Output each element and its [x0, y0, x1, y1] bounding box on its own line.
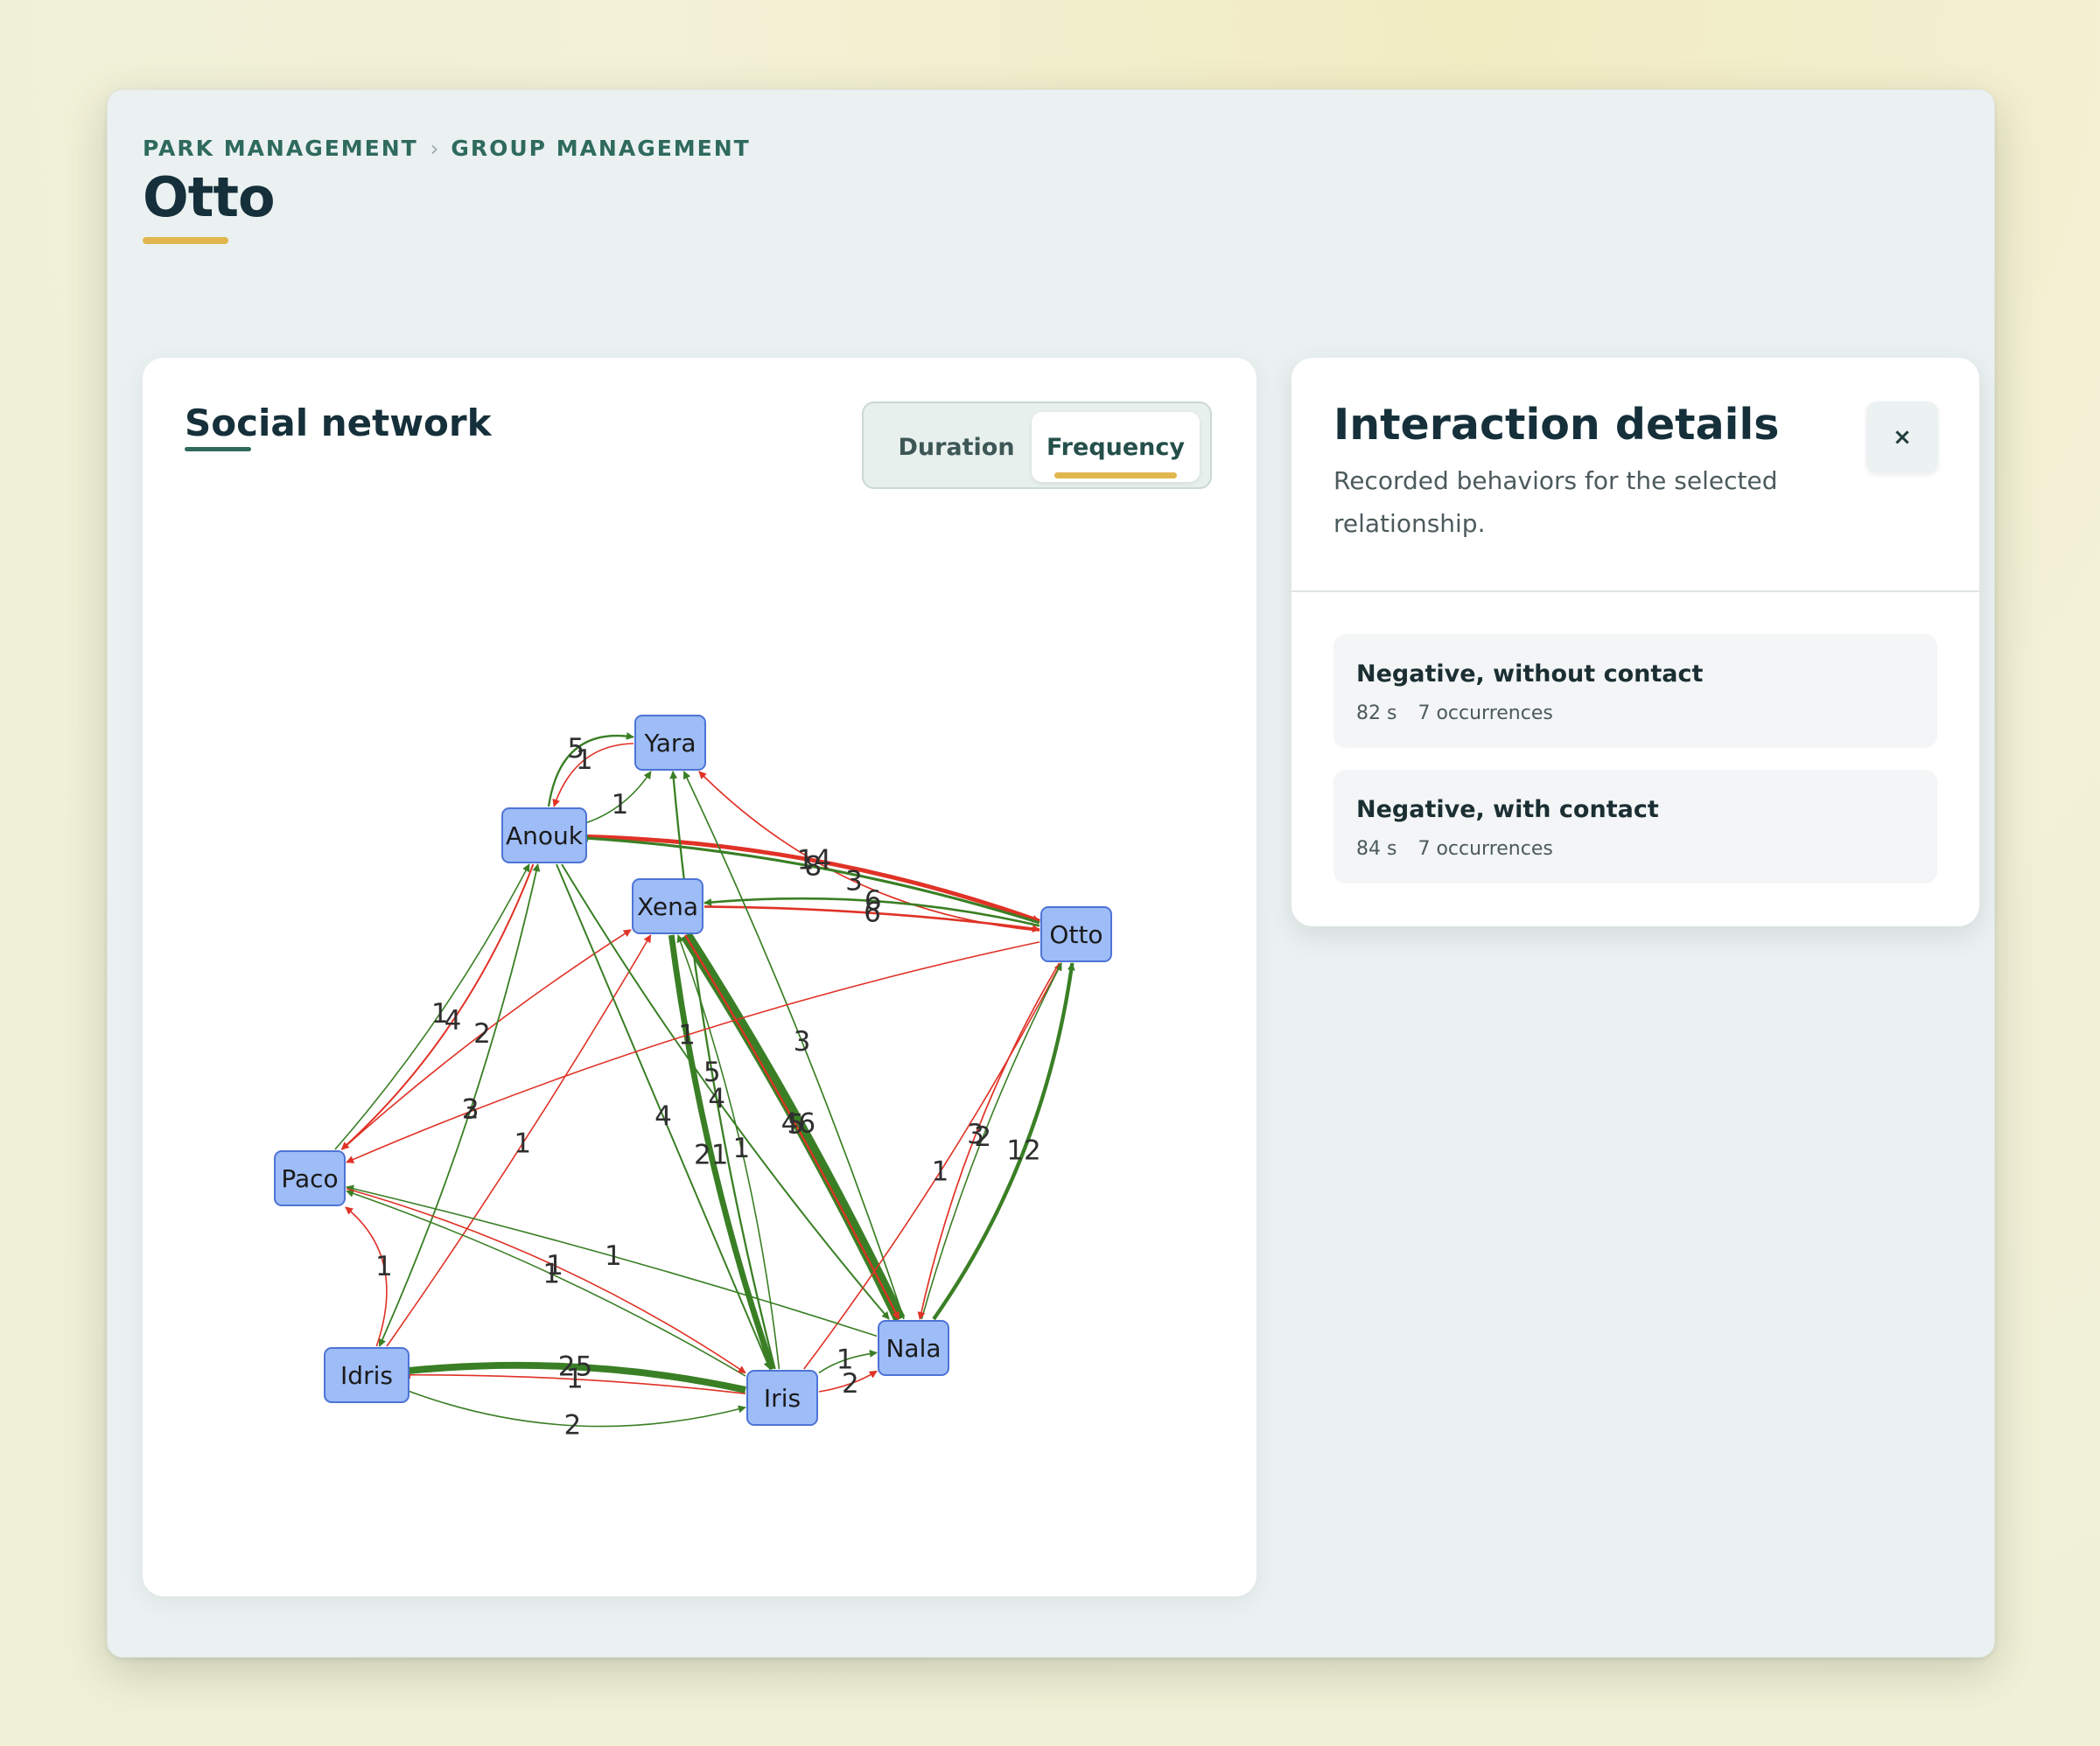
edge-weight-label: 8 — [805, 851, 822, 883]
edge-weight-label: 3 — [967, 1119, 984, 1150]
edge-weight-label: 1 — [514, 1128, 531, 1159]
edge-weight-label: 6 — [864, 897, 881, 929]
node-otto[interactable]: Otto — [1040, 906, 1112, 962]
node-anouk[interactable]: Anouk — [501, 807, 587, 863]
edge-weight-label: 4 — [708, 1083, 725, 1114]
edge-otto-to-paco[interactable] — [346, 941, 1040, 1163]
behavior-name: Negative, without contact — [1356, 660, 1704, 688]
node-iris[interactable]: Iris — [746, 1370, 818, 1426]
node-label: Nala — [886, 1334, 941, 1363]
node-label: Otto — [1049, 920, 1102, 949]
app-window: PARK MANAGEMENT › GROUP MANAGEMENT Otto … — [107, 89, 1995, 1658]
edge-weight-label: 2 — [564, 1410, 582, 1442]
edge-weight-label: 2 — [842, 1368, 859, 1400]
edge-weight-label: 3 — [845, 866, 863, 897]
edge-weight-label: 1 — [546, 1250, 564, 1282]
behavior-meta: 82 s 7 occurrences — [1356, 702, 1553, 724]
edge-weight-label: 1 — [678, 1019, 696, 1051]
edge-idris-to-anouk[interactable] — [378, 863, 541, 1347]
edge-weight-label: 1 — [612, 789, 629, 821]
edge-nala-to-otto[interactable] — [932, 962, 1075, 1321]
interaction-details-subtitle: Recorded behaviors for the selected rela… — [1334, 466, 1778, 538]
node-idris[interactable]: Idris — [324, 1347, 410, 1403]
behavior-item[interactable]: Negative, without contact 82 s 7 occurre… — [1334, 634, 1937, 748]
breadcrumb-separator-icon: › — [430, 136, 439, 161]
node-xena[interactable]: Xena — [632, 878, 704, 934]
node-paco[interactable]: Paco — [274, 1150, 346, 1206]
page-title-underline — [143, 237, 228, 244]
edge-weight-label: 1 — [605, 1240, 622, 1272]
behavior-name: Negative, with contact — [1356, 796, 1659, 823]
page-title: Otto — [143, 165, 276, 229]
edge-weight-label: 3 — [794, 1026, 811, 1058]
breadcrumb-item-group-management[interactable]: GROUP MANAGEMENT — [451, 136, 750, 161]
edge-weight-label: 1 — [932, 1156, 949, 1188]
behavior-occurrences: 7 occurrences — [1418, 838, 1553, 860]
breadcrumb: PARK MANAGEMENT › GROUP MANAGEMENT — [143, 136, 751, 161]
edge-weight-label: 1 — [431, 998, 449, 1030]
edge-weight-label: 1 — [576, 744, 593, 776]
node-label: Iris — [764, 1384, 801, 1413]
edge-weight-label: 2 — [473, 1018, 491, 1050]
edge-weight-label: 21 — [694, 1139, 728, 1170]
close-icon[interactable]: × — [1866, 402, 1938, 473]
edge-weight-label: 5 — [788, 1109, 805, 1141]
social-network-panel: Social network Duration Frequency 5 1 1 3 14… — [143, 358, 1256, 1596]
edge-weight-label: 1 — [733, 1133, 751, 1164]
breadcrumb-item-park-management[interactable]: PARK MANAGEMENT — [143, 136, 418, 161]
behavior-item[interactable]: Negative, with contact 84 s 7 occurrence… — [1334, 770, 1937, 883]
behavior-duration: 82 s — [1356, 702, 1397, 724]
edge-anouk-to-idris[interactable] — [378, 863, 539, 1347]
edge-weight-label: 3 — [462, 1094, 480, 1126]
edge-weight-label: 4 — [654, 1101, 672, 1133]
node-label: Xena — [637, 892, 698, 921]
behavior-duration: 84 s — [1356, 838, 1397, 860]
behavior-meta: 84 s 7 occurrences — [1356, 838, 1553, 860]
node-label: Idris — [340, 1361, 393, 1390]
behavior-occurrences: 7 occurrences — [1418, 702, 1553, 724]
interaction-details-title: Interaction details — [1334, 400, 1780, 450]
social-network-graph[interactable]: 51131486641223142153465141231211 11112521… — [143, 358, 1256, 1596]
details-divider — [1292, 590, 1979, 592]
edge-iris-to-yara[interactable] — [669, 771, 776, 1370]
interaction-details-panel: Interaction details Recorded behaviors f… — [1292, 358, 1979, 926]
node-label: Yara — [643, 729, 696, 758]
node-label: Anouk — [506, 821, 584, 850]
edge-weight-label: 12 — [1006, 1135, 1040, 1167]
edge-weight-label: 1 — [375, 1251, 393, 1282]
node-yara[interactable]: Yara — [634, 715, 706, 771]
node-label: Paco — [281, 1164, 338, 1193]
node-nala[interactable]: Nala — [878, 1320, 949, 1376]
edge-weight-label: 25 — [558, 1351, 592, 1383]
